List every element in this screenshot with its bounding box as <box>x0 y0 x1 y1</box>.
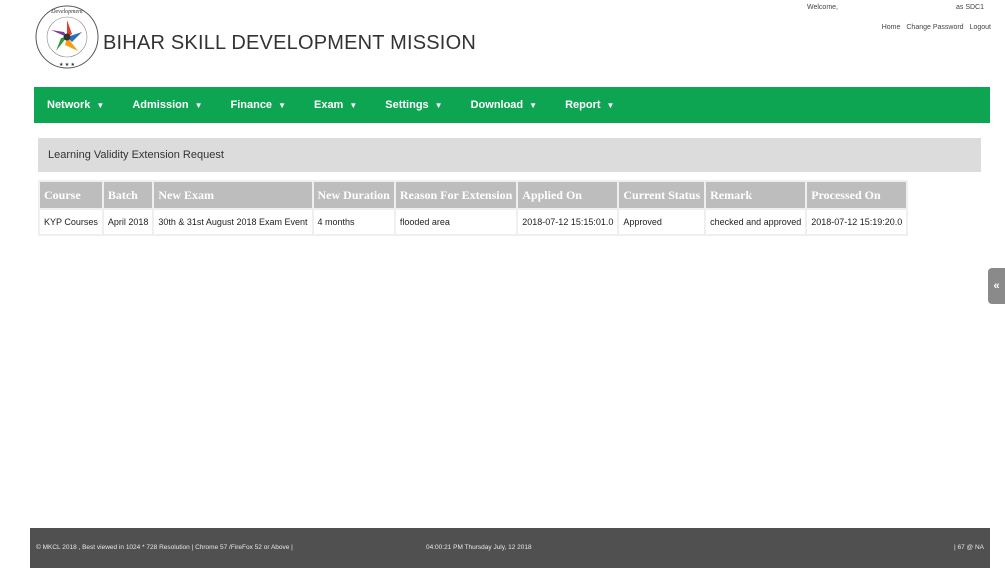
nav-network[interactable]: Network ▼ <box>47 99 104 111</box>
column-header[interactable]: New Exam <box>154 182 312 208</box>
welcome-text: Welcome, <box>807 4 838 11</box>
table-header-row: Course Batch New Exam New Duration Reaso… <box>40 182 907 208</box>
svg-text:★ ★ ★: ★ ★ ★ <box>59 62 75 68</box>
column-header[interactable]: Current Status <box>619 182 705 208</box>
column-header[interactable]: Processed On <box>807 182 907 208</box>
nav-label: Download <box>470 99 524 111</box>
nav-label: Settings <box>385 99 429 111</box>
table-row: KYP Courses April 2018 30th & 31st Augus… <box>40 210 907 234</box>
cell-new-exam: 30th & 31st August 2018 Exam Event <box>154 210 312 234</box>
cell-batch: April 2018 <box>103 210 153 234</box>
nav-download[interactable]: Download ▼ <box>471 99 537 111</box>
site-title: BIHAR SKILL DEVELOPMENT MISSION <box>103 32 476 54</box>
nav-admission[interactable]: Admission ▼ <box>132 99 202 111</box>
cell-processed-on: 2018-07-12 15:19:20.0 <box>807 210 907 234</box>
nav-exam[interactable]: Exam ▼ <box>314 99 357 111</box>
nav-label: Report <box>565 99 601 111</box>
side-panel-toggle[interactable]: « <box>988 268 1005 304</box>
top-links: Home Change Password Logout <box>882 24 991 31</box>
nav-report[interactable]: Report ▼ <box>565 99 614 111</box>
svg-text:Development: Development <box>50 9 83 15</box>
panel-title-bar: Learning Validity Extension Request <box>38 138 981 172</box>
column-header[interactable]: Batch <box>103 182 153 208</box>
extension-request-table: Course Batch New Exam New Duration Reaso… <box>38 180 909 236</box>
caret-down-icon: ▼ <box>434 101 443 110</box>
footer: © MKCL 2018 , Best viewed in 1024 * 728 … <box>30 528 990 568</box>
column-header[interactable]: Remark <box>706 182 806 208</box>
header: Development ★ ★ ★ BIHAR SKILL DEVELOPMEN… <box>0 0 1005 86</box>
nav-label: Exam <box>313 99 344 111</box>
column-header[interactable]: New Duration <box>313 182 394 208</box>
cell-course: KYP Courses <box>40 210 102 234</box>
footer-copyright: © MKCL 2018 , Best viewed in 1024 * 728 … <box>36 544 293 551</box>
cell-remark: checked and approved <box>706 210 806 234</box>
change-password-link[interactable]: Change Password <box>906 24 963 31</box>
column-header[interactable]: Applied On <box>518 182 618 208</box>
nav-label: Network <box>47 99 91 111</box>
caret-down-icon: ▼ <box>529 101 538 110</box>
cell-applied-on: 2018-07-12 15:15:01.0 <box>518 210 618 234</box>
main-navbar: Network ▼ Admission ▼ Finance ▼ Exam ▼ Setti… <box>34 87 990 123</box>
logout-link[interactable]: Logout <box>970 24 991 31</box>
caret-down-icon: ▼ <box>349 101 358 110</box>
nav-label: Admission <box>132 99 189 111</box>
cell-reason: flooded area <box>395 210 517 234</box>
cell-new-duration: 4 months <box>313 210 394 234</box>
caret-down-icon: ▼ <box>278 101 286 110</box>
caret-down-icon: ▼ <box>194 101 203 110</box>
nav-label: Finance <box>230 99 273 111</box>
caret-down-icon: ▼ <box>96 101 105 110</box>
home-link[interactable]: Home <box>882 24 901 31</box>
column-header[interactable]: Reason For Extension <box>395 182 517 208</box>
user-name: as SDC1 <box>956 4 985 11</box>
cell-current-status: Approved <box>619 210 705 234</box>
nav-settings[interactable]: Settings ▼ <box>385 99 442 111</box>
footer-datetime: 04:00:21 PM Thursday July, 12 2018 <box>426 544 532 551</box>
nav-finance[interactable]: Finance ▼ <box>230 99 286 111</box>
double-chevron-left-icon: « <box>993 280 1000 292</box>
column-header[interactable]: Course <box>40 182 102 208</box>
bsdm-logo: Development ★ ★ ★ <box>35 5 99 69</box>
footer-counter: | 67 @ NA <box>954 544 984 551</box>
caret-down-icon: ▼ <box>606 101 615 110</box>
page-title: Learning Validity Extension Request <box>48 149 224 161</box>
